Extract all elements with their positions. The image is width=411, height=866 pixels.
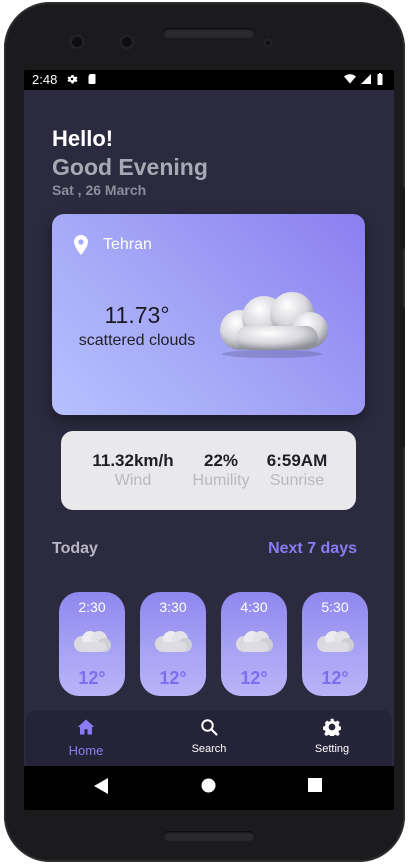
cloud-icon — [220, 292, 328, 358]
front-camera-secondary — [119, 34, 135, 50]
hourly-forecast-list[interactable]: 2:30 12° 3:30 12° 4:30 12° 5:30 12° — [59, 592, 394, 696]
forecast-title: Today — [52, 540, 98, 557]
nav-search[interactable]: Search — [169, 718, 249, 755]
home-circle-icon[interactable] — [201, 778, 216, 793]
phone-frame: 2:48 Hello! Good Evening Sat , 26 March — [4, 2, 405, 862]
weather-condition: scattered clouds — [78, 332, 196, 349]
search-icon — [201, 719, 218, 736]
stat-label: Sunrise — [269, 472, 325, 489]
stat-label: Wind — [114, 472, 152, 489]
system-navigation-bar — [24, 766, 394, 810]
gear-icon — [67, 75, 78, 84]
earpiece-speaker — [163, 28, 255, 38]
cloud-icon — [317, 631, 354, 652]
nav-label: Search — [191, 743, 227, 755]
cloud-icon — [155, 631, 192, 652]
wifi-icon — [344, 74, 356, 84]
volume-button — [400, 307, 405, 447]
recents-icon[interactable] — [308, 778, 322, 792]
bottom-navigation: Home Search Setting — [26, 710, 392, 766]
nav-setting[interactable]: Setting — [292, 718, 372, 755]
proximity-sensor — [263, 38, 273, 48]
app-screen: 2:48 Hello! Good Evening Sat , 26 March — [24, 70, 394, 810]
stat-value: 6:59AM — [266, 451, 328, 470]
hour-card[interactable]: 3:30 12° — [140, 592, 206, 696]
stat-humidity: 22% Humility — [186, 451, 256, 490]
hour-temperature: 12° — [240, 668, 268, 688]
weather-card[interactable]: Tehran 11.73° scattered clouds — [52, 214, 365, 415]
gear-icon — [322, 718, 342, 738]
stat-sunrise: 6:59AM Sunrise — [261, 451, 333, 490]
bottom-speaker — [163, 831, 255, 841]
hour-temperature: 12° — [78, 668, 106, 688]
stat-value: 22% — [203, 451, 239, 470]
home-icon — [77, 719, 95, 735]
hour-time: 5:30 — [321, 599, 349, 615]
power-button — [400, 187, 405, 249]
greeting-title: Hello! — [52, 126, 114, 151]
battery-icon — [377, 73, 383, 85]
hour-time: 2:30 — [78, 599, 106, 615]
current-temperature: 11.73° — [104, 302, 170, 328]
stat-value: 11.32km/h — [92, 451, 174, 470]
signal-icon — [361, 74, 371, 84]
stat-label: Humility — [192, 472, 250, 489]
nav-home[interactable]: Home — [46, 718, 126, 758]
back-icon[interactable] — [94, 778, 108, 794]
hour-card[interactable]: 5:30 12° — [302, 592, 368, 696]
greeting-subtitle: Good Evening — [52, 154, 208, 180]
location-pin-icon — [74, 235, 88, 255]
city-name: Tehran — [103, 236, 152, 253]
hour-temperature: 12° — [321, 668, 349, 688]
hour-time: 3:30 — [159, 599, 187, 615]
hour-time: 4:30 — [240, 599, 268, 615]
nav-label: Home — [68, 743, 104, 758]
front-camera — [69, 34, 85, 50]
stat-wind: 11.32km/h Wind — [83, 451, 183, 490]
hour-temperature: 12° — [159, 668, 187, 688]
status-time: 2:48 — [32, 72, 58, 87]
nav-label: Setting — [314, 743, 350, 755]
weather-stats-card: 11.32km/h Wind 22% Humility 6:59AM Sunri… — [61, 431, 356, 510]
next-7-days-link[interactable]: Next 7 days — [268, 540, 357, 558]
current-date: Sat , 26 March — [52, 182, 147, 198]
hour-card[interactable]: 4:30 12° — [221, 592, 287, 696]
sim-card-icon — [88, 74, 96, 84]
status-bar: 2:48 — [24, 70, 394, 90]
cloud-icon — [236, 631, 273, 652]
hour-card[interactable]: 2:30 12° — [59, 592, 125, 696]
cloud-icon — [74, 631, 111, 652]
